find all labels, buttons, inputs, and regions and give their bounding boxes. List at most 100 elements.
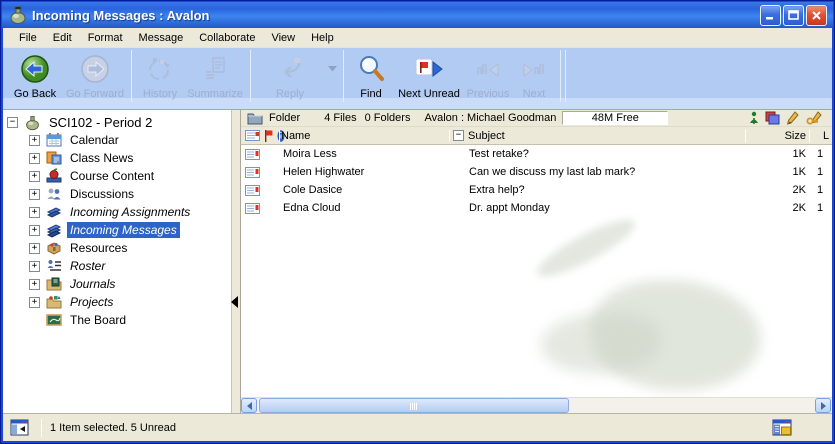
- resources-icon: [46, 240, 62, 256]
- message-size: 2K: [766, 202, 806, 214]
- message-clipped-cell: 1: [817, 148, 829, 160]
- message-subject: Test retake?: [469, 148, 742, 160]
- expander-icon[interactable]: +: [29, 225, 40, 236]
- find-button[interactable]: Find: [348, 48, 394, 106]
- tree-item-incoming-messages[interactable]: + Incoming Messages: [3, 221, 231, 239]
- maximize-button[interactable]: [783, 5, 804, 26]
- expander-icon[interactable]: +: [29, 243, 40, 254]
- folder-icon: [247, 112, 263, 125]
- toolbar-separator: [250, 50, 251, 102]
- summarize-button[interactable]: Summarize: [184, 48, 246, 106]
- app-window: Incoming Messages : Avalon File Edit For…: [0, 0, 835, 444]
- toolbar: Go Back Go Forward History: [3, 47, 832, 109]
- expander-icon[interactable]: +: [29, 189, 40, 200]
- menu-message[interactable]: Message: [131, 30, 192, 46]
- tree-item-roster[interactable]: + Roster: [3, 257, 231, 275]
- message-row[interactable]: Edna Cloud Dr. appt Monday 2K 1: [241, 199, 832, 217]
- message-row[interactable]: Moira Less Test retake? 1K 1: [241, 145, 832, 163]
- message-row[interactable]: Helen Highwater Can we discuss my last l…: [241, 163, 832, 181]
- message-subject: Dr. appt Monday: [469, 202, 742, 214]
- toolbar-separator: [343, 50, 344, 102]
- previous-icon: [472, 54, 504, 84]
- next-unread-button[interactable]: Next Unread: [394, 48, 464, 106]
- shared-folder-icon[interactable]: [765, 111, 780, 125]
- expander-icon[interactable]: +: [29, 261, 40, 272]
- tree-item-resources[interactable]: + Resources: [3, 239, 231, 257]
- expander-icon[interactable]: +: [29, 279, 40, 290]
- key-pencil-icon[interactable]: [806, 111, 824, 125]
- next-button[interactable]: Next: [512, 48, 556, 106]
- tree-item-incoming-assignments[interactable]: + Incoming Assignments: [3, 203, 231, 221]
- next-icon: [518, 54, 550, 84]
- menu-view[interactable]: View: [263, 30, 303, 46]
- message-size: 1K: [766, 148, 806, 160]
- expander-icon[interactable]: +: [29, 297, 40, 308]
- expander-icon[interactable]: +: [29, 207, 40, 218]
- expander-icon[interactable]: −: [7, 117, 18, 128]
- name-column-header[interactable]: Name: [281, 130, 310, 142]
- reply-button[interactable]: Reply: [255, 48, 325, 106]
- collapse-subject-icon[interactable]: −: [453, 130, 464, 141]
- message-sender: Moira Less: [283, 148, 465, 160]
- menu-format[interactable]: Format: [80, 30, 131, 46]
- scrollbar-thumb[interactable]: [259, 398, 569, 413]
- reply-icon: [275, 54, 305, 84]
- scroll-right-button[interactable]: [815, 398, 831, 413]
- message-row[interactable]: Cole Dasice Extra help? 2K 1: [241, 181, 832, 199]
- reply-dropdown-button[interactable]: [325, 53, 339, 85]
- menu-collaborate[interactable]: Collaborate: [191, 30, 263, 46]
- tree-item-the-board[interactable]: + The Board: [3, 311, 231, 329]
- scrollbar-grip: [410, 397, 418, 415]
- edit-pencil-icon[interactable]: [787, 111, 799, 125]
- history-button[interactable]: History: [136, 48, 184, 106]
- column-divider[interactable]: [745, 130, 746, 142]
- view-mode-icon[interactable]: [10, 418, 29, 437]
- size-column-header[interactable]: Size: [766, 130, 806, 142]
- layout-switch-icon[interactable]: [772, 418, 792, 437]
- minimize-icon: [765, 10, 776, 21]
- expander-icon[interactable]: +: [29, 171, 40, 182]
- menu-edit[interactable]: Edit: [45, 30, 80, 46]
- find-icon: [356, 54, 386, 84]
- message-clipped-cell: 1: [817, 202, 829, 214]
- tree-item-calendar[interactable]: + Calendar: [3, 131, 231, 149]
- go-forward-button[interactable]: Go Forward: [63, 48, 127, 106]
- column-divider[interactable]: [279, 130, 280, 142]
- map-watermark: [541, 313, 661, 373]
- tree-item-course-root[interactable]: − SCI102 - Period 2: [3, 113, 231, 131]
- message-sender: Cole Dasice: [283, 184, 465, 196]
- tree-item-class-news[interactable]: + Class News: [3, 149, 231, 167]
- folder-info-bar: Folder 4 Files 0 Folders Avalon : Michae…: [241, 110, 832, 127]
- status-text: 1 Item selected. 5 Unread: [50, 422, 176, 434]
- arrow-right-icon: [821, 402, 826, 410]
- message-subject: Extra help?: [469, 184, 742, 196]
- horizontal-scrollbar[interactable]: [241, 397, 832, 413]
- menu-help[interactable]: Help: [303, 30, 342, 46]
- unread-envelope-icon: [245, 185, 260, 196]
- subject-column-header[interactable]: − Subject: [453, 130, 505, 142]
- close-button[interactable]: [806, 5, 827, 26]
- flag-column-icon[interactable]: [264, 130, 273, 142]
- previous-button[interactable]: Previous: [464, 48, 512, 106]
- clipped-column-header[interactable]: L: [823, 130, 829, 142]
- menu-file[interactable]: File: [11, 30, 45, 46]
- message-sender: Edna Cloud: [283, 202, 465, 214]
- tree-item-discussions[interactable]: + Discussions: [3, 185, 231, 203]
- go-back-button[interactable]: Go Back: [7, 48, 63, 106]
- column-divider[interactable]: [449, 130, 450, 142]
- pane-splitter[interactable]: [231, 110, 241, 413]
- scroll-left-button[interactable]: [241, 398, 257, 413]
- envelope-column-icon[interactable]: [245, 130, 260, 141]
- unread-envelope-icon: [245, 203, 260, 214]
- tree-item-journals[interactable]: + Journals: [3, 275, 231, 293]
- minimize-button[interactable]: [760, 5, 781, 26]
- tree-item-course-content[interactable]: + Course Content: [3, 167, 231, 185]
- column-divider[interactable]: [809, 130, 810, 142]
- window-title: Incoming Messages : Avalon: [32, 8, 760, 23]
- splitter-collapse-icon[interactable]: [231, 296, 238, 308]
- user-access-icon[interactable]: [749, 111, 759, 125]
- expander-icon[interactable]: +: [29, 135, 40, 146]
- tree-item-projects[interactable]: + Projects: [3, 293, 231, 311]
- expander-icon[interactable]: +: [29, 153, 40, 164]
- title-bar[interactable]: Incoming Messages : Avalon: [2, 2, 833, 28]
